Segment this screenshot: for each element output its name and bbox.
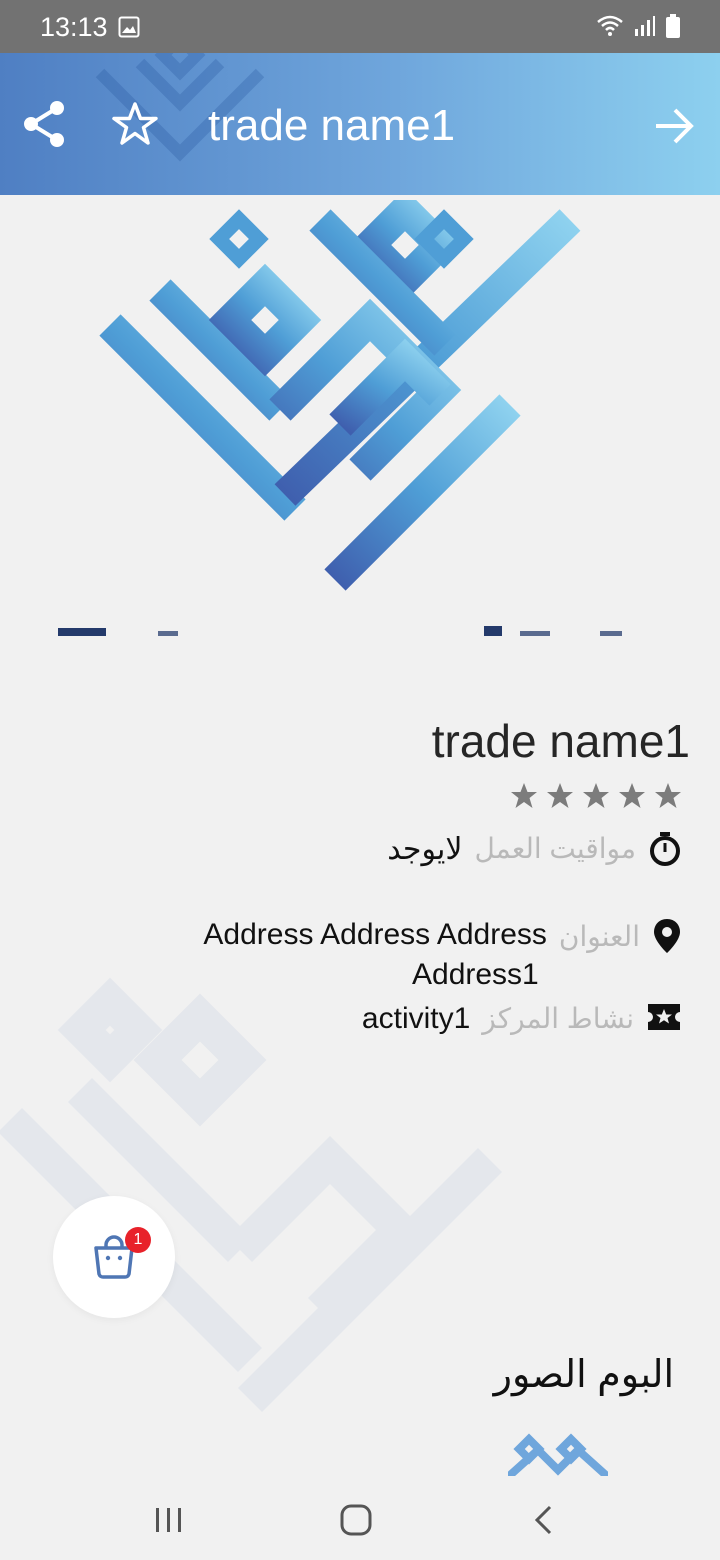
rating-star-icon[interactable]: [582, 782, 610, 810]
rating-star-icon[interactable]: [654, 782, 682, 810]
album-thumbnail[interactable]: [508, 1432, 608, 1477]
app-bar: trade name1: [0, 53, 720, 195]
working-hours-label: مواقيت العمل: [474, 833, 636, 864]
activity-value: activity1: [361, 1002, 471, 1035]
signal-icon: [635, 16, 655, 36]
system-nav-bar: [0, 1476, 720, 1560]
status-bar: 13:13: [0, 0, 720, 53]
back-icon[interactable]: [532, 1504, 556, 1536]
home-icon[interactable]: [340, 1504, 372, 1536]
gallery-icon: [118, 16, 140, 38]
recent-apps-icon[interactable]: [154, 1506, 184, 1534]
page-title: trade name1: [208, 101, 456, 150]
hero-logo-caption: [58, 626, 622, 636]
location-pin-icon: [654, 919, 680, 953]
rating-star-icon[interactable]: [618, 782, 646, 810]
address-value-line1: Address Address Address: [203, 918, 547, 951]
photo-album-title: البوم الصور: [493, 1354, 674, 1396]
working-hours-value: لايوجد: [387, 833, 463, 866]
trade-name-title: trade name1: [431, 715, 690, 767]
star-outline-icon[interactable]: [112, 101, 158, 147]
cart-count-badge: 1: [125, 1227, 151, 1253]
rating-star-icon[interactable]: [546, 782, 574, 810]
arrow-forward-icon[interactable]: [654, 107, 696, 145]
wifi-icon: [597, 15, 623, 36]
hero-logo: [99, 200, 581, 591]
ticket-star-icon: [648, 1004, 680, 1030]
address-value: Address Address Address: [203, 918, 547, 952]
activity-row: activity1 نشاط المركز: [362, 1002, 682, 1036]
activity-label: نشاط المركز: [482, 1003, 634, 1034]
background-watermark: [0, 977, 503, 1413]
address-value-line2: Address1: [412, 958, 539, 991]
address-label: العنوان: [558, 921, 640, 952]
share-icon[interactable]: [22, 99, 68, 149]
battery-icon: [666, 14, 680, 38]
rating-star-icon[interactable]: [510, 782, 538, 810]
status-time: 13:13: [40, 12, 108, 42]
stopwatch-icon: [650, 832, 680, 866]
address-row: Address Address Address العنوان: [203, 918, 682, 954]
working-hours-row: لايوجد مواقيت العمل: [387, 832, 682, 867]
cart-button[interactable]: 1: [53, 1196, 175, 1318]
rating-stars[interactable]: [510, 782, 682, 810]
status-indicators: [596, 14, 680, 38]
